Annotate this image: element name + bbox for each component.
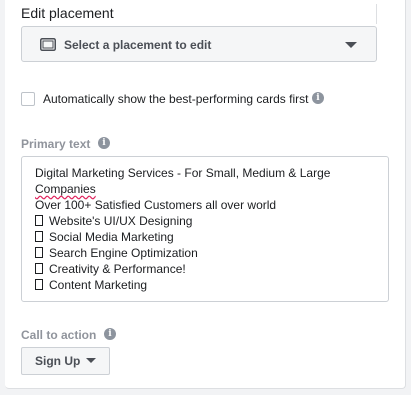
info-icon[interactable]: i — [104, 328, 116, 340]
primary-text-bullet: Social Media Marketing — [49, 230, 174, 244]
placement-select-dropdown[interactable]: Select a placement to edit — [21, 26, 377, 62]
primary-text-bullet: Website's UI/UX Designing — [49, 214, 193, 228]
edit-placement-title: Edit placement — [21, 5, 114, 21]
primary-text-bullet-line: Creativity & Performance! — [35, 262, 186, 276]
primary-text-line: Over 100+ Satisfied Customers all over w… — [35, 198, 277, 212]
auto-show-checkbox[interactable] — [21, 92, 35, 106]
auto-show-label: Automatically show the best-performing c… — [43, 92, 309, 106]
title-divider — [376, 4, 377, 24]
primary-text-bullet: Creativity & Performance! — [49, 262, 186, 276]
primary-text-input[interactable]: Digital Marketing Services - For Small, … — [21, 156, 389, 302]
bullet-glyph-icon — [35, 247, 43, 258]
ad-creative-panel: Edit placement Select a placement to edi… — [5, 0, 406, 389]
call-to-action-dropdown[interactable]: Sign Up — [21, 347, 110, 375]
primary-text-bullet-line: Social Media Marketing — [35, 230, 174, 244]
primary-text-line: Digital Marketing Services - For Small, … — [35, 166, 331, 180]
chevron-down-icon — [86, 358, 96, 363]
primary-text-line: Companies — [35, 182, 96, 196]
primary-text-bullet-line: Website's UI/UX Designing — [35, 214, 192, 228]
desktop-icon — [40, 38, 56, 51]
info-icon[interactable]: i — [312, 92, 324, 104]
bullet-glyph-icon — [35, 279, 43, 290]
bullet-glyph-icon — [35, 263, 43, 274]
bullet-glyph-icon — [35, 215, 43, 226]
primary-text-bullet-line: Search Engine Optimization — [35, 246, 198, 260]
bullet-glyph-icon — [35, 231, 43, 242]
call-to-action-label: Call to action — [21, 328, 97, 342]
primary-text-bullet-line: Content Marketing — [35, 278, 147, 292]
info-icon[interactable]: i — [98, 137, 110, 149]
primary-text-bullet: Content Marketing — [49, 278, 148, 292]
call-to-action-value: Sign Up — [35, 354, 81, 368]
primary-text-label: Primary text — [21, 137, 91, 151]
primary-text-bullet: Search Engine Optimization — [49, 246, 198, 260]
placement-select-label: Select a placement to edit — [64, 38, 212, 52]
chevron-down-icon — [345, 42, 357, 48]
